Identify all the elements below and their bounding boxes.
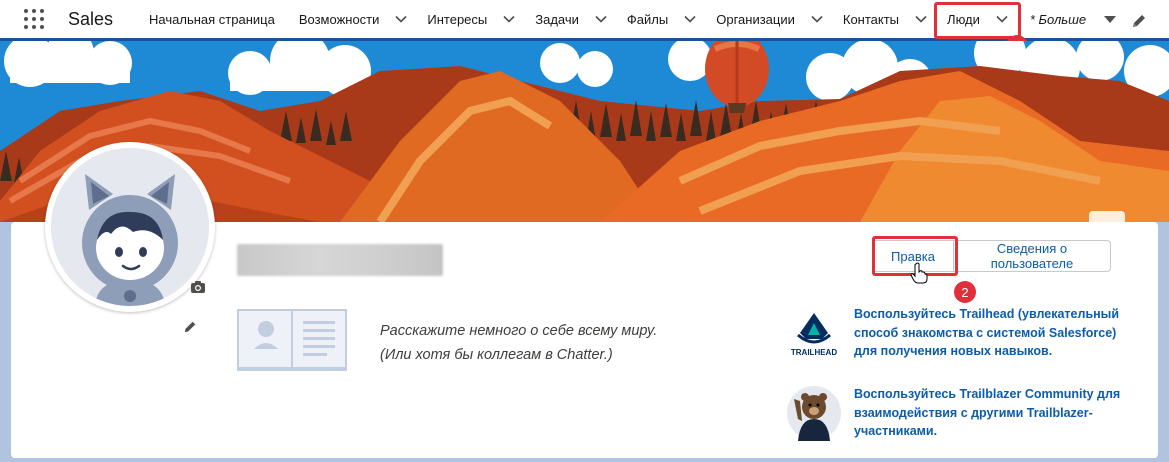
banner-camera-button[interactable] xyxy=(1089,211,1125,222)
chevron-down-icon[interactable] xyxy=(497,7,521,31)
chevron-down-icon[interactable] xyxy=(990,7,1014,31)
user-details-button[interactable]: Сведения о пользователе xyxy=(954,240,1111,272)
trailhead-line-1: Воспользуйтесь Trailhead (увлекательный xyxy=(854,307,1120,321)
trailhead-logo-icon: TRAILHEAD xyxy=(791,313,837,357)
chevron-down-icon[interactable] xyxy=(909,7,933,31)
nav-item-6[interactable]: Контакты xyxy=(833,0,937,38)
edit-nav-icon[interactable] xyxy=(1131,13,1147,29)
community-promo: Воспользуйтесь Trailblazer Community для… xyxy=(786,385,1120,441)
about-line-2: (Или хотя бы коллегам в Chatter.) xyxy=(380,347,613,363)
trailhead-promo: TRAILHEAD Воспользуйтесь Trailhead (увле… xyxy=(786,305,1119,361)
nav-items: Начальная страница Возможности Интересы Зад… xyxy=(139,0,1018,38)
community-line-2: взаимодействия с другими Trailblazer- xyxy=(854,405,1093,420)
chevron-down-icon[interactable] xyxy=(678,7,702,31)
nav-item-label: Интересы xyxy=(427,11,488,27)
caret-down-icon xyxy=(1104,15,1117,23)
nav-item-7[interactable]: Люди xyxy=(937,0,1018,38)
nav-item-label: Возможности xyxy=(298,11,380,27)
nav-item-label: Файлы xyxy=(626,11,669,27)
chevron-down-icon[interactable] xyxy=(589,7,613,31)
trailblazer-bear-icon xyxy=(787,386,841,441)
more-label: * Больше xyxy=(1029,11,1087,27)
nav-item-label: Люди xyxy=(947,11,980,27)
nav-item-label: Контакты xyxy=(842,11,900,27)
profile-actions: Правка Сведения о пользователе xyxy=(872,240,1111,272)
astro-avatar-icon xyxy=(51,148,209,306)
global-nav-bar: Sales Начальная страница Возможности Интер… xyxy=(0,0,1169,41)
nav-item-0[interactable]: Начальная страница xyxy=(139,0,289,38)
edit-avatar-icon[interactable] xyxy=(183,320,197,334)
about-me-book-icon xyxy=(237,309,347,371)
nav-item-label: Начальная страница xyxy=(149,11,275,27)
hand-cursor-icon xyxy=(910,262,928,284)
chevron-down-icon[interactable] xyxy=(389,7,413,31)
svg-text:TRAILHEAD: TRAILHEAD xyxy=(791,348,837,357)
nav-item-label: Организации xyxy=(716,11,795,27)
trailhead-line-3: для получения новых навыков. xyxy=(854,344,1053,358)
nav-item-label: Задачи xyxy=(535,11,579,27)
about-me-prompt: Расскажите немного о себе всему миру. (И… xyxy=(380,319,657,367)
nav-item-2[interactable]: Интересы xyxy=(417,0,525,38)
more-menu[interactable]: * Больше xyxy=(1029,11,1117,27)
trailhead-link[interactable]: Воспользуйтесь Trailhead (увлекательный … xyxy=(854,305,1119,361)
user-name-redacted xyxy=(237,244,443,276)
nav-item-1[interactable]: Возможности xyxy=(289,0,418,38)
app-name: Sales xyxy=(68,8,114,29)
nav-item-4[interactable]: Файлы xyxy=(617,0,706,38)
trailhead-line-2: способ знакомства с системой Salesforce) xyxy=(854,325,1117,340)
nav-item-3[interactable]: Задачи xyxy=(525,0,617,38)
chevron-down-icon[interactable] xyxy=(805,7,829,31)
app-launcher-icon[interactable] xyxy=(24,7,48,31)
community-line-3: участниками. xyxy=(854,424,938,438)
avatar-camera-icon[interactable] xyxy=(188,278,208,296)
nav-item-5[interactable]: Организации xyxy=(706,0,833,38)
community-link[interactable]: Воспользуйтесь Trailblazer Community для… xyxy=(854,385,1120,441)
step-badge-2: 2 xyxy=(954,281,976,303)
community-line-1: Воспользуйтесь Trailblazer Community для xyxy=(854,387,1121,401)
about-line-1: Расскажите немного о себе всему миру. xyxy=(380,323,658,339)
